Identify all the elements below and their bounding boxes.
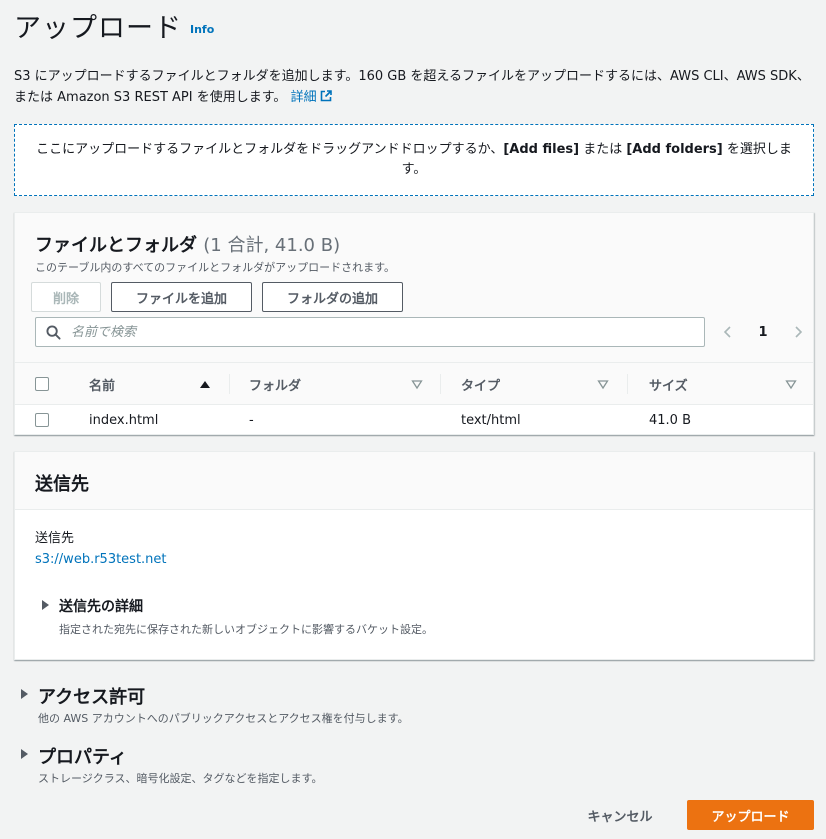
drop-zone-add-folders: [Add folders] [626, 142, 723, 157]
column-header-folder[interactable]: フォルダ [249, 363, 301, 405]
properties-description: ストレージクラス、暗号化設定、タグなどを指定します。 [38, 772, 323, 785]
search-input[interactable] [71, 324, 704, 340]
column-header-size[interactable]: サイズ [649, 363, 688, 405]
page-title: アップロード [14, 13, 182, 44]
chevron-right-icon[interactable] [791, 325, 805, 339]
sort-icon[interactable] [785, 378, 797, 390]
permissions-description: 他の AWS アカウントへのパブリックアクセスとアクセス権を付与します。 [38, 712, 409, 725]
learn-more-label: 詳細 [290, 90, 317, 105]
delete-button[interactable]: 削除 [31, 282, 101, 312]
page-number[interactable]: 1 [758, 325, 767, 340]
upload-button[interactable]: アップロード [687, 800, 814, 830]
column-header-type[interactable]: タイプ [461, 363, 500, 405]
files-title: ファイルとフォルダ (1 合計, 41.0 B) [35, 231, 340, 257]
cell-size: 41.0 B [649, 413, 691, 428]
sort-icon[interactable] [411, 378, 423, 390]
sort-icon[interactable] [597, 378, 609, 390]
row-checkbox[interactable] [35, 413, 49, 427]
search-icon [46, 324, 61, 340]
files-title-text: ファイルとフォルダ [35, 235, 197, 256]
external-link-icon [320, 90, 332, 102]
cell-name: index.html [89, 413, 159, 428]
table-row: index.html - text/html 41.0 B [15, 406, 813, 435]
files-count: (1 合計, 41.0 B) [203, 235, 341, 256]
files-subtitle: このテーブル内のすべてのファイルとフォルダがアップロードされます。 [35, 261, 396, 274]
destination-label: 送信先 [35, 531, 75, 546]
files-panel-header: ファイルとフォルダ (1 合計, 41.0 B) このテーブル内のすべてのファイ… [15, 213, 813, 363]
destination-header: 送信先 [15, 452, 813, 510]
page-description: S3 にアップロードするファイルとフォルダを追加します。160 GB を超えるフ… [14, 66, 814, 108]
description-text: S3 にアップロードするファイルとフォルダを追加します。160 GB を超えるフ… [14, 69, 810, 105]
destination-link[interactable]: s3://web.r53test.net [35, 552, 167, 567]
search-box[interactable] [35, 317, 705, 347]
cell-folder: - [249, 413, 254, 428]
drop-zone-prefix: ここにアップロードするファイルとフォルダをドラッグアンドドロップするか、 [36, 142, 504, 157]
drop-zone-middle: または [579, 142, 627, 157]
select-all-checkbox[interactable] [35, 377, 49, 391]
table-header: 名前 フォルダ タイプ サイズ [15, 363, 813, 405]
drop-zone[interactable]: ここにアップロードするファイルとフォルダをドラッグアンドドロップするか、[Add… [14, 124, 814, 196]
drop-zone-add-files: [Add files] [503, 142, 580, 157]
learn-more-link[interactable]: 詳細 [291, 90, 332, 105]
info-link[interactable]: Info [190, 23, 214, 36]
column-header-name[interactable]: 名前 [89, 363, 115, 405]
caret-right-icon[interactable] [42, 600, 49, 610]
destination-details-description: 指定された宛先に保存された新しいオブジェクトに影響するバケット設定。 [59, 623, 433, 636]
destination-panel: 送信先 送信先 s3://web.r53test.net 送信先の詳細 指定され… [14, 451, 814, 660]
column-divider [229, 374, 230, 394]
column-divider [627, 374, 628, 394]
cancel-button[interactable]: キャンセル [572, 800, 668, 830]
cell-type: text/html [461, 413, 521, 428]
destination-title: 送信先 [35, 474, 89, 495]
sort-ascending-icon[interactable] [199, 378, 211, 390]
caret-right-icon[interactable] [21, 749, 28, 759]
add-folder-button[interactable]: フォルダの追加 [262, 282, 403, 312]
add-files-button[interactable]: ファイルを追加 [111, 282, 252, 312]
caret-right-icon[interactable] [21, 689, 28, 699]
destination-details-toggle[interactable]: 送信先の詳細 [59, 596, 143, 616]
permissions-toggle[interactable]: アクセス許可 [38, 683, 145, 709]
files-panel: ファイルとフォルダ (1 合計, 41.0 B) このテーブル内のすべてのファイ… [14, 212, 814, 435]
chevron-left-icon[interactable] [721, 325, 735, 339]
column-divider [440, 374, 441, 394]
properties-toggle[interactable]: プロパティ [38, 743, 127, 769]
drop-zone-text: ここにアップロードするファイルとフォルダをドラッグアンドドロップするか、[Add… [31, 140, 797, 180]
pagination: 1 [721, 321, 805, 343]
